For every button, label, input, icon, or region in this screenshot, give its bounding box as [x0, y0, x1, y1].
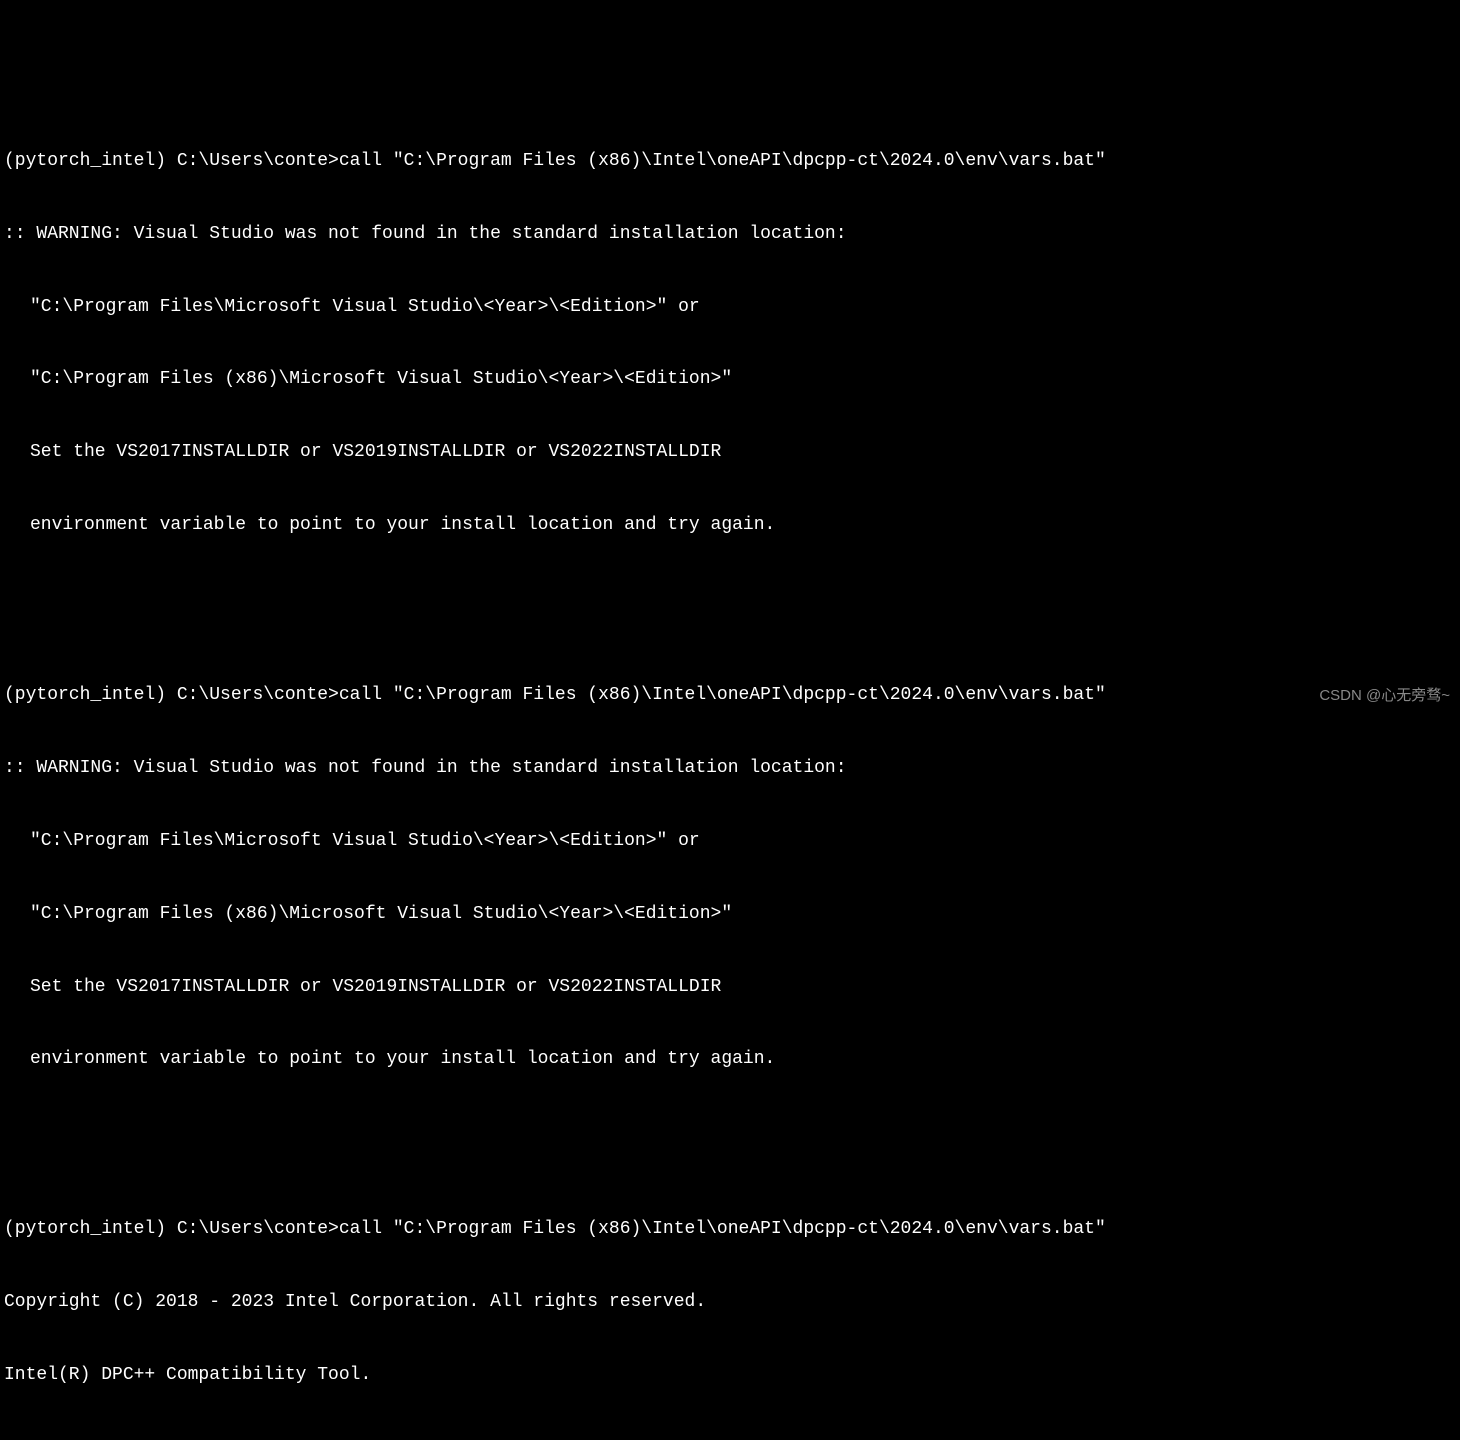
output-line: Copyright (C) 2018 - 2023 Intel Corporat…	[4, 1290, 1456, 1314]
command-line: (pytorch_intel) C:\Users\conte>call "C:\…	[4, 683, 1456, 707]
warning-line: :: WARNING: Visual Studio was not found …	[4, 756, 1456, 780]
blank-line	[4, 586, 1456, 610]
terminal-output[interactable]: (pytorch_intel) C:\Users\conte>call "C:\…	[4, 100, 1456, 1440]
output-line: Intel(R) DPC++ Compatibility Tool.	[4, 1363, 1456, 1387]
warning-line: :: WARNING: Visual Studio was not found …	[4, 222, 1456, 246]
output-line: "C:\Program Files (x86)\Microsoft Visual…	[30, 902, 1456, 926]
command-line: (pytorch_intel) C:\Users\conte>call "C:\…	[4, 149, 1456, 173]
output-line: Set the VS2017INSTALLDIR or VS2019INSTAL…	[30, 975, 1456, 999]
output-line: "C:\Program Files (x86)\Microsoft Visual…	[30, 367, 1456, 391]
command-line: (pytorch_intel) C:\Users\conte>call "C:\…	[4, 1217, 1456, 1241]
output-line: "C:\Program Files\Microsoft Visual Studi…	[30, 295, 1456, 319]
watermark: CSDN @心无旁骛~	[1319, 686, 1450, 706]
output-line: environment variable to point to your in…	[30, 1047, 1456, 1071]
blank-line	[4, 1436, 1456, 1440]
blank-line	[4, 1120, 1456, 1144]
output-line: Set the VS2017INSTALLDIR or VS2019INSTAL…	[30, 440, 1456, 464]
output-line: environment variable to point to your in…	[30, 513, 1456, 537]
output-line: "C:\Program Files\Microsoft Visual Studi…	[30, 829, 1456, 853]
